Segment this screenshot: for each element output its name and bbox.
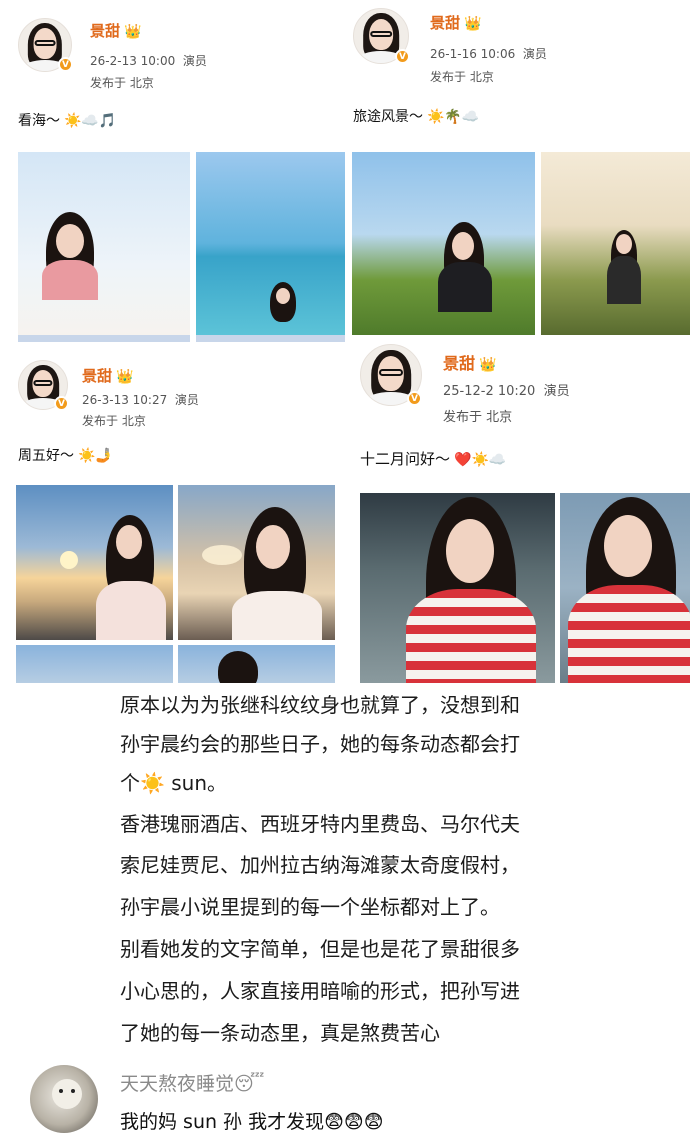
article-line: 香港瑰丽酒店、西班牙特内里费岛、马尔代夫: [120, 812, 520, 836]
commenter-avatar[interactable]: [30, 1065, 98, 1133]
article-line: 索尼娃贾尼、加州拉古纳海滩蒙太奇度假村，: [120, 853, 520, 877]
article-line: 小心思的，人家直接用暗喻的形式，把孙写进: [120, 979, 520, 1003]
post-photo[interactable]: [541, 152, 690, 335]
post-meta: 26-1-16 10:06 演员: [430, 47, 547, 61]
post-photo[interactable]: [16, 645, 173, 683]
username[interactable]: 景甜 👑: [82, 365, 133, 386]
crown-icon: 👑: [116, 368, 134, 385]
article-line: 个☀️ sun。: [120, 771, 228, 795]
post-emojis: ☀️🤳: [78, 448, 113, 464]
crown-icon: 👑: [479, 356, 497, 373]
post-location: 发布于 北京: [430, 70, 494, 84]
post-emojis: ☀️🌴☁️: [427, 109, 480, 125]
post-emojis: ☀️☁️🎵: [64, 113, 117, 129]
article-line: 别看她发的文字简单，但是也是花了景甜很多: [120, 937, 520, 961]
verified-badge-icon: V: [407, 391, 422, 406]
article-body: 原本以为为张继科纹纹身也就算了，没想到和 孙宇晨约会的那些日子，她的每条动态都会…: [0, 683, 690, 1055]
verified-badge-icon: V: [54, 396, 69, 411]
post-photo[interactable]: [18, 152, 190, 342]
post-photo[interactable]: [560, 493, 690, 683]
commenter-name[interactable]: 天天熬夜睡觉😴: [120, 1069, 264, 1096]
post-photo[interactable]: [178, 645, 335, 683]
post-emojis: ❤️☀️☁️: [454, 452, 507, 468]
username[interactable]: 景甜 👑: [430, 12, 481, 33]
post-location: 发布于 北京: [443, 410, 513, 425]
post-text: 周五好～ ☀️🤳: [18, 448, 113, 464]
verified-badge-icon: V: [395, 49, 410, 64]
post-photo[interactable]: [16, 485, 173, 640]
crown-icon: 👑: [464, 15, 482, 32]
post-meta: 26-3-13 10:27 演员: [82, 393, 199, 407]
weibo-post-1: V 景甜 👑 26-2-13 10:00 演员 发布于 北京 看海～ ☀️☁️🎵: [0, 0, 345, 345]
comment-item: 天天熬夜睡觉😴 我的妈 sun 孙 我才发现😨😨😨: [0, 1057, 690, 1137]
post-photo[interactable]: [360, 493, 555, 683]
article-line: 了她的每一条动态里，真是煞费苦心: [120, 1021, 440, 1045]
post-text: 看海～ ☀️☁️🎵: [18, 113, 117, 129]
article-line: 原本以为为张继科纹纹身也就算了，没想到和: [120, 693, 520, 717]
username[interactable]: 景甜 👑: [90, 20, 141, 41]
weibo-post-3: V 景甜 👑 26-3-13 10:27 演员 发布于 北京 周五好～ ☀️🤳: [0, 345, 345, 683]
weibo-post-4: V 景甜 👑 25-12-2 10:20 演员 发布于 北京 十二月问好～ ❤️☀️…: [345, 338, 690, 683]
article-line: 孙宇晨约会的那些日子，她的每条动态都会打: [120, 732, 520, 756]
username[interactable]: 景甜 👑: [443, 350, 496, 374]
comment-text: 我的妈 sun 孙 我才发现😨😨😨: [120, 1111, 384, 1133]
weibo-post-2: V 景甜 👑 26-1-16 10:06 演员 发布于 北京 旅途风景～ ☀️🌴☁️: [345, 0, 690, 338]
article-line: 孙宇晨小说里提到的每一个坐标都对上了。: [120, 895, 500, 919]
post-meta: 25-12-2 10:20 演员: [443, 384, 570, 399]
post-location: 发布于 北京: [82, 414, 146, 428]
post-photo[interactable]: [352, 152, 535, 335]
verified-badge-icon: V: [58, 57, 73, 72]
post-text: 旅途风景～ ☀️🌴☁️: [353, 109, 480, 125]
crown-icon: 👑: [124, 23, 142, 40]
post-text: 十二月问好～ ❤️☀️☁️: [360, 450, 507, 468]
post-photo[interactable]: [196, 152, 345, 342]
post-meta: 26-2-13 10:00 演员: [90, 54, 207, 68]
post-location: 发布于 北京: [90, 76, 154, 90]
post-photo[interactable]: [178, 485, 335, 640]
